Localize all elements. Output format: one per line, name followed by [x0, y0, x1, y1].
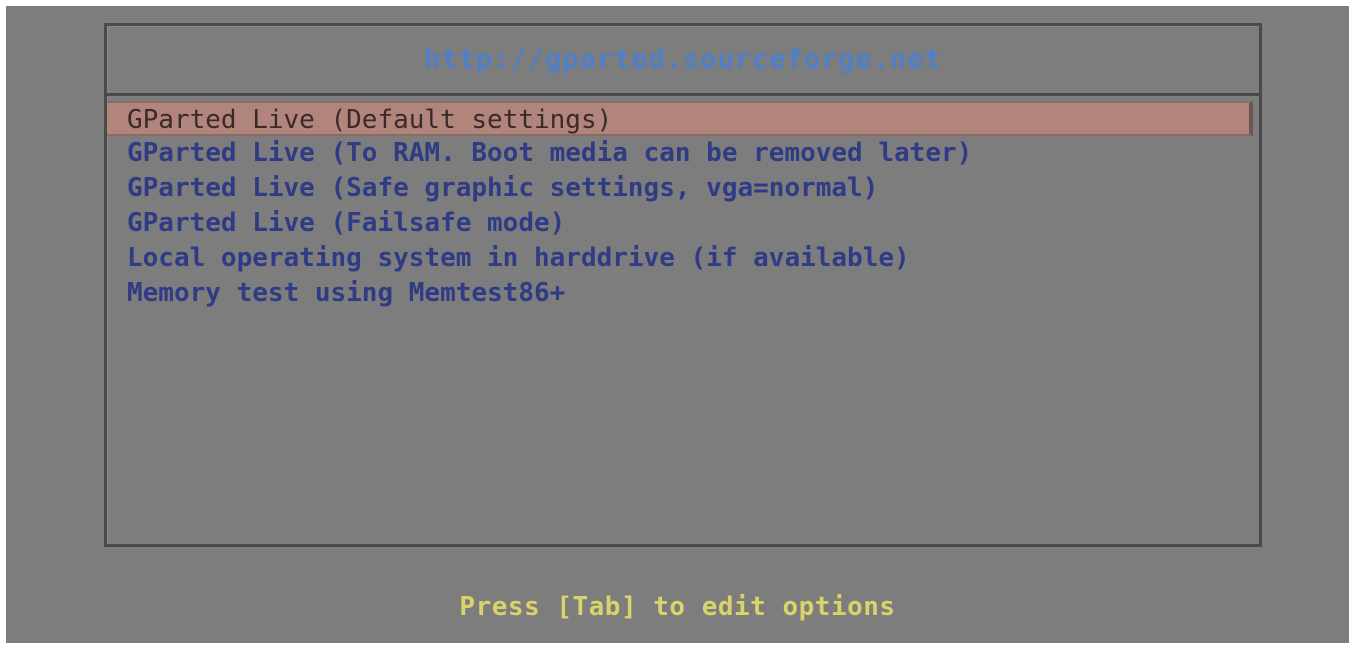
menu-title: http://gparted.sourceforge.net	[424, 44, 942, 75]
boot-entry-to-ram[interactable]: GParted Live (To RAM. Boot media can be …	[107, 136, 1253, 171]
boot-menu: http://gparted.sourceforge.net GParted L…	[104, 23, 1262, 547]
boot-entry-default[interactable]: GParted Live (Default settings)	[107, 101, 1253, 136]
boot-entry-local-os[interactable]: Local operating system in harddrive (if …	[107, 241, 1253, 276]
boot-screen: http://gparted.sourceforge.net GParted L…	[6, 6, 1349, 643]
boot-entry-memtest[interactable]: Memory test using Memtest86+	[107, 276, 1253, 311]
menu-title-bar: http://gparted.sourceforge.net	[107, 26, 1259, 96]
boot-entry-safe-graphics[interactable]: GParted Live (Safe graphic settings, vga…	[107, 171, 1253, 206]
boot-entry-failsafe[interactable]: GParted Live (Failsafe mode)	[107, 206, 1253, 241]
boot-entries-list: GParted Live (Default settings) GParted …	[107, 101, 1259, 311]
edit-options-hint: Press [Tab] to edit options	[459, 592, 896, 622]
